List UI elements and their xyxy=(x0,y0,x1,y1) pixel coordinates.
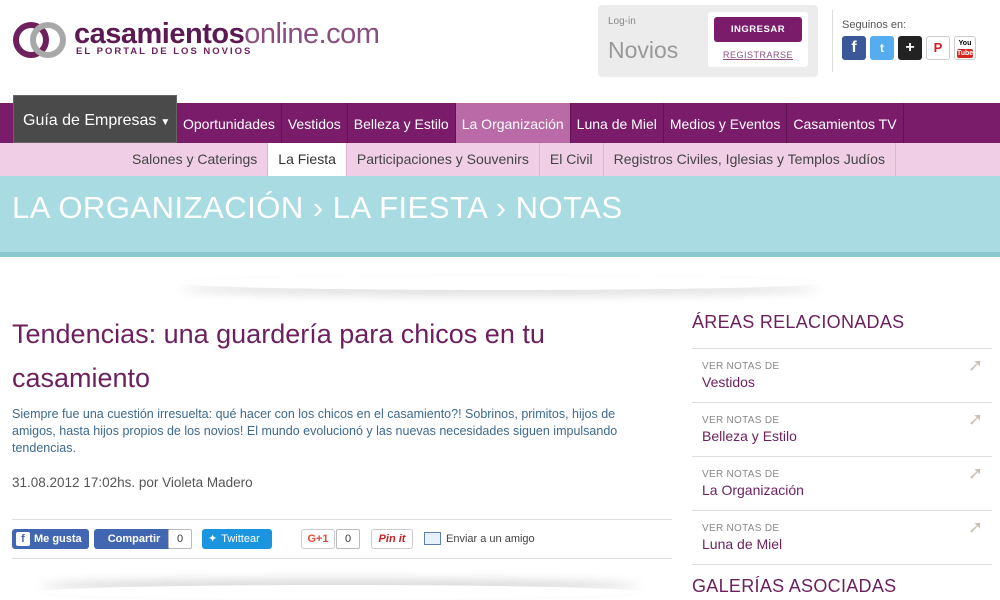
login-box: Log-in Novios INGRESAR REGISTRARSE xyxy=(598,5,818,77)
nav-item-belleza[interactable]: Belleza y Estilo xyxy=(348,103,456,143)
related-item-organizacion[interactable]: VER NOTAS DE La Organización ➚ xyxy=(692,456,992,510)
youtube-label-top: You xyxy=(958,40,972,47)
google-plus-count: 0 xyxy=(336,529,360,549)
related-kicker: VER NOTAS DE xyxy=(702,415,780,426)
twitter-icon[interactable]: t xyxy=(870,36,894,60)
share-bar: f Me gusta Compartir 0 ✦ Twittear G+1 0 Pi… xyxy=(12,519,672,559)
related-item-vestidos[interactable]: VER NOTAS DE Vestidos ➚ xyxy=(692,348,992,402)
nav-item-vestidos[interactable]: Vestidos xyxy=(282,103,348,143)
pinterest-icon[interactable]: P xyxy=(926,36,950,60)
rings-logo-icon xyxy=(13,22,66,58)
twitter-icon: ✦ xyxy=(208,533,218,545)
nav-item-organizacion[interactable]: La Organización xyxy=(455,103,571,143)
breadcrumb: LA ORGANIZACIÓN › LA FIESTA › NOTAS xyxy=(12,190,623,225)
facebook-share-button[interactable]: Compartir xyxy=(94,529,174,549)
site-logo[interactable]: casamientosonline.com EL PORTAL DE LOS N… xyxy=(12,18,380,62)
article-lead: Siempre fue una cuestión irresuelta: qué… xyxy=(12,407,618,455)
article-meta: 31.08.2012 17:02hs. por Violeta Madero xyxy=(12,475,253,490)
register-link[interactable]: REGISTRARSE xyxy=(708,50,808,60)
divider-shadow-bottom xyxy=(40,585,640,599)
logo-tagline: EL PORTAL DE LOS NOVIOS xyxy=(76,46,253,57)
related-item-luna-de-miel[interactable]: VER NOTAS DE Luna de Miel ➚ xyxy=(692,510,992,565)
nav-item-oportunidades[interactable]: Oportunidades xyxy=(177,103,282,143)
login-audience: Novios xyxy=(608,37,679,63)
nav-item-medios[interactable]: Medios y Eventos xyxy=(664,103,788,143)
facebook-like-button[interactable]: f Me gusta xyxy=(12,529,89,549)
site-header: casamientosonline.com EL PORTAL DE LOS N… xyxy=(0,0,1000,100)
subnav-item-participaciones[interactable]: Participaciones y Souvenirs xyxy=(347,143,540,176)
facebook-icon: f xyxy=(16,532,30,546)
article-title: Tendencias: una guardería para chicos en… xyxy=(12,319,545,393)
login-button[interactable]: INGRESAR xyxy=(714,17,802,42)
google-plus-button[interactable]: G+1 xyxy=(301,529,335,549)
header-divider xyxy=(832,10,833,72)
subnav-item-civil[interactable]: El Civil xyxy=(540,143,604,176)
subnav-item-salones[interactable]: Salones y Caterings xyxy=(122,143,269,176)
galleries-heading: GALERÍAS ASOCIADAS xyxy=(692,576,897,596)
login-actions: INGRESAR REGISTRARSE xyxy=(708,12,808,67)
nav-item-luna-de-miel[interactable]: Luna de Miel xyxy=(571,103,664,143)
facebook-icon[interactable]: f xyxy=(842,36,866,60)
related-areas-list: VER NOTAS DE Vestidos ➚ VER NOTAS DE Bel… xyxy=(692,348,992,565)
related-name: Vestidos xyxy=(702,374,755,390)
nav-item-tv[interactable]: Casamientos TV xyxy=(787,103,904,143)
arrow-up-right-icon: ➚ xyxy=(968,355,984,375)
email-friend-link[interactable]: Enviar a un amigo xyxy=(424,529,535,549)
sub-nav-items: Salones y Caterings La Fiesta Participac… xyxy=(122,143,896,176)
like-label: Me gusta xyxy=(34,533,82,545)
pin-it-button[interactable]: Pin it xyxy=(371,529,413,549)
breadcrumb-band-border xyxy=(0,252,1000,257)
caret-down-icon: ▼ xyxy=(160,117,171,128)
divider-shadow xyxy=(180,276,820,290)
business-guide-dropdown[interactable]: Guía de Empresas ▼ xyxy=(13,95,177,143)
subnav-item-registros[interactable]: Registros Civiles, Iglesias y Templos Ju… xyxy=(604,143,896,176)
youtube-label-bottom: Tube xyxy=(957,49,974,58)
youtube-icon[interactable]: You Tube xyxy=(954,36,976,60)
tweet-button[interactable]: ✦ Twittear xyxy=(202,529,272,549)
arrow-up-right-icon: ➚ xyxy=(968,517,984,537)
delicious-icon[interactable]: + xyxy=(898,36,922,60)
arrow-up-right-icon: ➚ xyxy=(968,409,984,429)
main-nav-items: Oportunidades Vestidos Belleza y Estilo … xyxy=(177,103,904,143)
subnav-item-fiesta[interactable]: La Fiesta xyxy=(268,143,347,176)
related-name: La Organización xyxy=(702,482,804,498)
follow-label: Seguinos en: xyxy=(842,19,907,31)
tweet-label: Twittear xyxy=(221,533,260,545)
related-name: Luna de Miel xyxy=(702,536,783,552)
envelope-icon xyxy=(424,531,441,545)
related-item-belleza[interactable]: VER NOTAS DE Belleza y Estilo ➚ xyxy=(692,402,992,456)
related-kicker: VER NOTAS DE xyxy=(702,523,780,534)
business-guide-label: Guía de Empresas xyxy=(23,112,157,129)
related-kicker: VER NOTAS DE xyxy=(702,361,780,372)
related-kicker: VER NOTAS DE xyxy=(702,469,780,480)
related-areas-heading: ÁREAS RELACIONADAS xyxy=(692,312,905,332)
related-name: Belleza y Estilo xyxy=(702,428,797,444)
facebook-share-count: 0 xyxy=(168,529,192,549)
arrow-up-right-icon: ➚ xyxy=(968,463,984,483)
email-friend-label: Enviar a un amigo xyxy=(446,533,535,545)
login-label: Log-in xyxy=(608,16,636,27)
